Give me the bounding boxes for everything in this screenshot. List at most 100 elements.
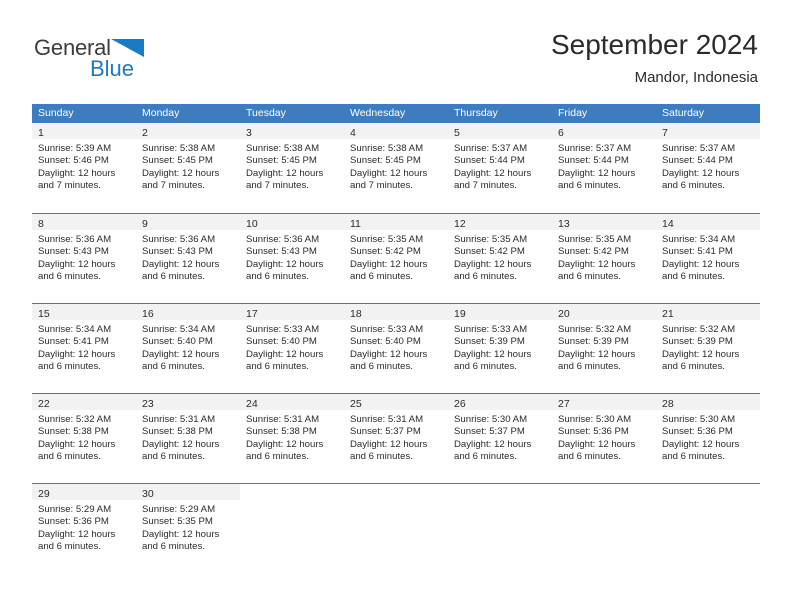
day-info: Sunrise: 5:30 AM Sunset: 5:37 PM Daylight:… [448,410,552,464]
daylight-line-2: and 6 minutes. [142,451,205,463]
date-band: 10 [240,214,344,230]
day-cell[interactable]: 10 Sunrise: 5:36 AM Sunset: 5:43 PM Dayligh… [240,214,344,303]
sunrise-line: Sunrise: 5:37 AM [454,143,528,154]
sunrise-line: Sunrise: 5:31 AM [142,414,216,425]
date-number: 11 [350,218,361,230]
sunset-line: Sunset: 5:36 PM [558,426,629,438]
day-cell[interactable]: 18 Sunrise: 5:33 AM Sunset: 5:40 PM Dayligh… [344,304,448,393]
day-info: Sunrise: 5:33 AM Sunset: 5:40 PM Daylight:… [240,320,344,374]
sunrise-line: Sunrise: 5:29 AM [38,504,112,515]
daylight-line-1: Daylight: 12 hours [38,167,116,179]
date-number: 7 [662,127,668,139]
day-cell[interactable]: 1 Sunrise: 5:39 AM Sunset: 5:46 PM Daylight… [32,123,136,213]
daylight-line-2: and 7 minutes. [246,180,309,192]
day-cell[interactable]: 13 Sunrise: 5:35 AM Sunset: 5:42 PM Dayligh… [552,214,656,303]
daylight-line-2: and 6 minutes. [454,271,517,283]
day-cell[interactable]: 27 Sunrise: 5:30 AM Sunset: 5:36 PM Dayligh… [552,394,656,483]
day-cell[interactable]: 7 Sunrise: 5:37 AM Sunset: 5:44 PM Daylight… [656,123,760,213]
date-number: 17 [246,308,258,320]
daylight-line-2: and 6 minutes. [142,361,205,373]
day-cell[interactable]: 24 Sunrise: 5:31 AM Sunset: 5:38 PM Dayligh… [240,394,344,483]
day-cell[interactable]: 16 Sunrise: 5:34 AM Sunset: 5:40 PM Dayligh… [136,304,240,393]
date-band [552,484,656,500]
day-info: Sunrise: 5:30 AM Sunset: 5:36 PM Daylight:… [552,410,656,464]
day-cell[interactable]: 23 Sunrise: 5:31 AM Sunset: 5:38 PM Dayligh… [136,394,240,483]
date-number: 12 [454,218,466,230]
date-number: 6 [558,127,564,139]
brand-logo[interactable]: General Blue [34,34,234,86]
day-cell[interactable]: 15 Sunrise: 5:34 AM Sunset: 5:41 PM Dayligh… [32,304,136,393]
sunrise-line: Sunrise: 5:33 AM [350,324,424,335]
date-band: 6 [552,123,656,139]
date-number: 16 [142,308,154,320]
daylight-line-1: Daylight: 12 hours [350,167,428,179]
day-cell[interactable]: 29 Sunrise: 5:29 AM Sunset: 5:36 PM Dayligh… [32,484,136,573]
day-cell[interactable]: 4 Sunrise: 5:38 AM Sunset: 5:45 PM Daylight… [344,123,448,213]
sunset-line: Sunset: 5:41 PM [662,246,733,258]
week-row: 29 Sunrise: 5:29 AM Sunset: 5:36 PM Dayligh… [32,483,760,573]
daylight-line-2: and 6 minutes. [350,451,413,463]
sunrise-line: Sunrise: 5:39 AM [38,143,112,154]
sunrise-line: Sunrise: 5:38 AM [246,143,320,154]
date-band: 16 [136,304,240,320]
date-band: 12 [448,214,552,230]
date-number: 9 [142,218,148,230]
sunset-line: Sunset: 5:46 PM [38,155,109,167]
daylight-line-2: and 6 minutes. [454,361,517,373]
daylight-line-1: Daylight: 12 hours [558,258,636,270]
day-cell[interactable]: 26 Sunrise: 5:30 AM Sunset: 5:37 PM Dayligh… [448,394,552,483]
date-band [344,484,448,500]
day-cell[interactable]: 8 Sunrise: 5:36 AM Sunset: 5:43 PM Daylight… [32,214,136,303]
sunset-line: Sunset: 5:38 PM [38,426,109,438]
day-cell[interactable]: 11 Sunrise: 5:35 AM Sunset: 5:42 PM Dayligh… [344,214,448,303]
date-number: 1 [38,127,44,139]
sunset-line: Sunset: 5:39 PM [662,336,733,348]
day-info: Sunrise: 5:34 AM Sunset: 5:41 PM Daylight:… [32,320,136,374]
daylight-line-2: and 6 minutes. [662,451,725,463]
date-band: 21 [656,304,760,320]
day-cell[interactable]: 9 Sunrise: 5:36 AM Sunset: 5:43 PM Daylight… [136,214,240,303]
date-band: 29 [32,484,136,500]
daylight-line-1: Daylight: 12 hours [38,258,116,270]
day-cell[interactable]: 28 Sunrise: 5:30 AM Sunset: 5:36 PM Dayligh… [656,394,760,483]
daylight-line-1: Daylight: 12 hours [662,438,740,450]
daylight-line-1: Daylight: 12 hours [662,348,740,360]
date-band: 13 [552,214,656,230]
dow-thursday: Thursday [454,107,498,119]
day-info: Sunrise: 5:36 AM Sunset: 5:43 PM Daylight:… [32,230,136,284]
sunset-line: Sunset: 5:42 PM [454,246,525,258]
date-number: 4 [350,127,356,139]
sunrise-line: Sunrise: 5:32 AM [558,324,632,335]
day-cell[interactable]: 12 Sunrise: 5:35 AM Sunset: 5:42 PM Dayligh… [448,214,552,303]
sunrise-line: Sunrise: 5:32 AM [662,324,736,335]
day-cell[interactable]: 2 Sunrise: 5:38 AM Sunset: 5:45 PM Daylight… [136,123,240,213]
daylight-line-2: and 6 minutes. [662,271,725,283]
sunset-line: Sunset: 5:37 PM [350,426,421,438]
day-cell[interactable]: 20 Sunrise: 5:32 AM Sunset: 5:39 PM Dayligh… [552,304,656,393]
dow-wednesday: Wednesday [350,107,406,119]
day-info: Sunrise: 5:34 AM Sunset: 5:41 PM Daylight:… [656,230,760,284]
date-number: 2 [142,127,148,139]
sunset-line: Sunset: 5:38 PM [142,426,213,438]
day-cell[interactable]: 14 Sunrise: 5:34 AM Sunset: 5:41 PM Dayligh… [656,214,760,303]
week-row: 15 Sunrise: 5:34 AM Sunset: 5:41 PM Dayligh… [32,303,760,393]
day-cell[interactable]: 6 Sunrise: 5:37 AM Sunset: 5:44 PM Daylight… [552,123,656,213]
day-info: Sunrise: 5:30 AM Sunset: 5:36 PM Daylight:… [656,410,760,464]
date-number: 26 [454,398,466,410]
sunrise-line: Sunrise: 5:35 AM [350,234,424,245]
day-cell[interactable]: 30 Sunrise: 5:29 AM Sunset: 5:35 PM Dayligh… [136,484,240,573]
date-band: 25 [344,394,448,410]
day-cell[interactable]: 3 Sunrise: 5:38 AM Sunset: 5:45 PM Daylight… [240,123,344,213]
sunset-line: Sunset: 5:39 PM [558,336,629,348]
day-cell[interactable]: 25 Sunrise: 5:31 AM Sunset: 5:37 PM Dayligh… [344,394,448,483]
daylight-line-1: Daylight: 12 hours [454,348,532,360]
sunset-line: Sunset: 5:36 PM [662,426,733,438]
daylight-line-2: and 6 minutes. [246,271,309,283]
day-cell[interactable]: 22 Sunrise: 5:32 AM Sunset: 5:38 PM Dayligh… [32,394,136,483]
day-cell[interactable]: 19 Sunrise: 5:33 AM Sunset: 5:39 PM Dayligh… [448,304,552,393]
day-cell[interactable]: 5 Sunrise: 5:37 AM Sunset: 5:44 PM Daylight… [448,123,552,213]
day-cell[interactable]: 21 Sunrise: 5:32 AM Sunset: 5:39 PM Dayligh… [656,304,760,393]
day-cell[interactable]: 17 Sunrise: 5:33 AM Sunset: 5:40 PM Dayligh… [240,304,344,393]
sunrise-line: Sunrise: 5:34 AM [142,324,216,335]
daylight-line-1: Daylight: 12 hours [558,348,636,360]
